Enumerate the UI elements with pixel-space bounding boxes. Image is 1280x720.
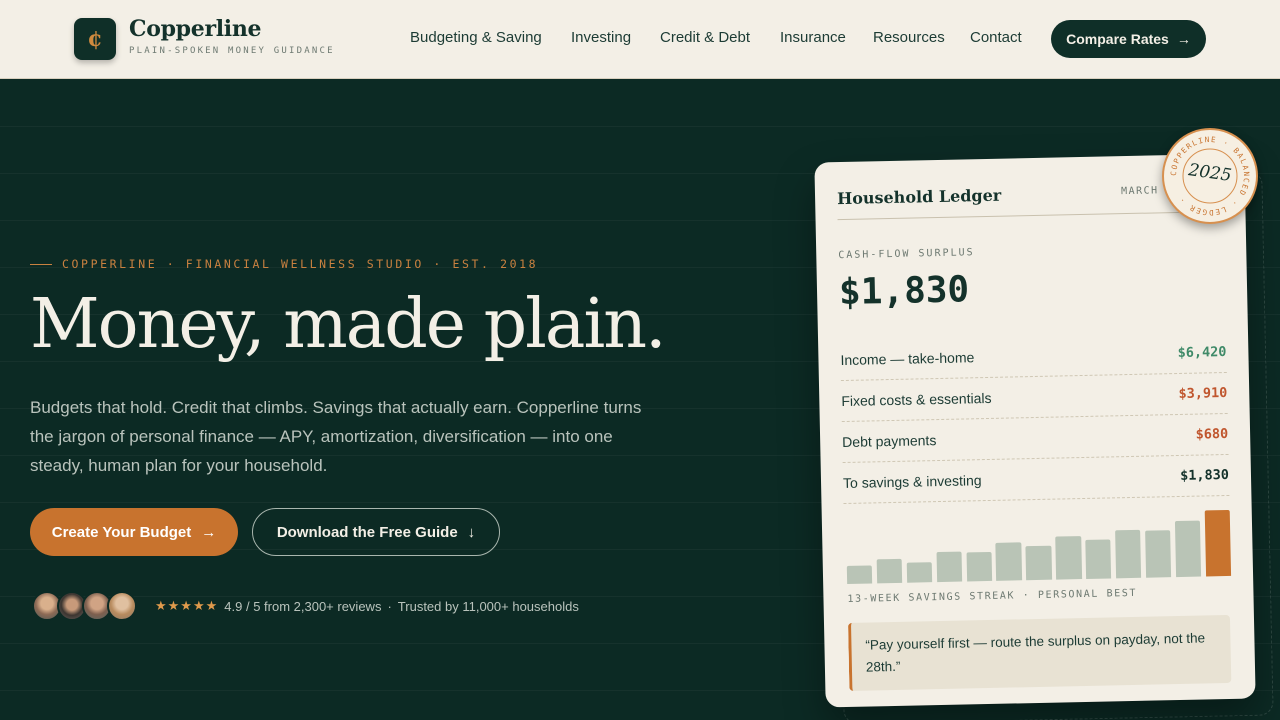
ledger-row-label: To savings & investing: [842, 472, 982, 492]
ledger-rows: Income — take-home $6,420 Fixed costs & …: [840, 331, 1230, 505]
surplus-value: $1,830: [838, 269, 970, 314]
streak-bar: [995, 542, 1022, 581]
nav-investing[interactable]: Investing: [571, 29, 631, 46]
chart-caption: 13-WEEK SAVINGS STREAK · PERSONAL BEST: [847, 587, 1138, 605]
card-month: MARCH: [1120, 185, 1159, 198]
nav-contact[interactable]: Contact: [970, 29, 1022, 46]
nav-insurance[interactable]: Insurance: [780, 29, 846, 46]
nav-budgeting-saving[interactable]: Budgeting & Saving: [410, 29, 542, 46]
hero-headline: Money, made plain.: [30, 285, 667, 364]
separator: ·: [387, 598, 392, 614]
download-guide-button[interactable]: Download the Free Guide ↓: [252, 508, 500, 556]
logo-mark-icon[interactable]: ¢: [74, 18, 116, 60]
ledger-row-label: Fixed costs & essentials: [841, 389, 992, 410]
avatar: [107, 591, 137, 621]
streak-bar-personal-best: [1204, 509, 1232, 577]
ledger-row-value: $6,420: [1177, 343, 1227, 361]
ledger-row-label: Income — take-home: [840, 349, 975, 369]
streak-bar: [1174, 520, 1202, 578]
streak-bar: [1055, 536, 1082, 580]
download-guide-label: Download the Free Guide: [276, 523, 458, 541]
streak-bar: [846, 565, 873, 584]
create-budget-label: Create Your Budget: [51, 523, 192, 541]
ledger-row-value: $680: [1195, 425, 1229, 443]
tip-quote: “Pay yourself first — route the surplus …: [847, 614, 1232, 691]
site-header: ¢ Copperline PLAIN-SPOKEN MONEY GUIDANCE…: [0, 0, 1280, 79]
arrow-down-icon: ↓: [467, 523, 476, 541]
ledger-row-value: $1,830: [1180, 466, 1230, 484]
social-proof: ★★★★★ 4.9 / 5 from 2,300+ reviews · Trus…: [155, 598, 579, 614]
nav-credit-debt[interactable]: Credit & Debt: [660, 29, 750, 46]
streak-bar: [906, 561, 933, 583]
ledger-row: To savings & investing $1,830: [842, 454, 1230, 505]
streak-bar: [966, 551, 993, 582]
nav-resources[interactable]: Resources: [873, 29, 945, 46]
brand-tagline: PLAIN-SPOKEN MONEY GUIDANCE: [129, 46, 335, 56]
streak-bar: [876, 559, 903, 584]
ledger-seal: COPPERLINE · BALANCED · LEDGER · 2025: [1162, 128, 1258, 224]
hero-eyebrow: COPPERLINE · FINANCIAL WELLNESS STUDIO ·…: [30, 257, 538, 271]
arrow-right-icon: →: [1176, 31, 1191, 47]
rating-text: 4.9 / 5 from 2,300+ reviews: [224, 598, 382, 614]
reviewer-avatars: [32, 591, 142, 622]
card-title: Household Ledger: [836, 185, 1002, 209]
streak-bar: [1115, 529, 1142, 579]
rating-stars-icon: ★★★★★: [155, 598, 219, 613]
streak-bar: [1144, 530, 1172, 578]
trust-text: Trusted by 11,000+ households: [397, 598, 579, 614]
ledger-row-value: $3,910: [1178, 384, 1228, 402]
savings-streak-chart: [846, 509, 1232, 584]
ledger-row-label: Debt payments: [842, 432, 937, 451]
household-ledger-card: Household Ledger MARCH CASH-FLOW SURPLUS…: [814, 153, 1256, 708]
surplus-label: CASH-FLOW SURPLUS: [838, 247, 975, 262]
brand-name[interactable]: Copperline: [129, 16, 262, 42]
streak-bar: [1085, 539, 1112, 579]
create-budget-button[interactable]: Create Your Budget →: [30, 508, 238, 556]
hero-lede: Budgets that hold. Credit that climbs. S…: [30, 398, 642, 475]
eyebrow-text: COPPERLINE · FINANCIAL WELLNESS STUDIO ·…: [62, 257, 539, 271]
compare-rates-button[interactable]: Compare Rates →: [1051, 20, 1206, 58]
streak-bar: [1025, 545, 1052, 581]
compare-rates-label: Compare Rates: [1066, 31, 1169, 47]
arrow-right-icon: →: [201, 523, 217, 541]
eyebrow-rule: [30, 263, 52, 265]
streak-bar: [936, 551, 963, 583]
